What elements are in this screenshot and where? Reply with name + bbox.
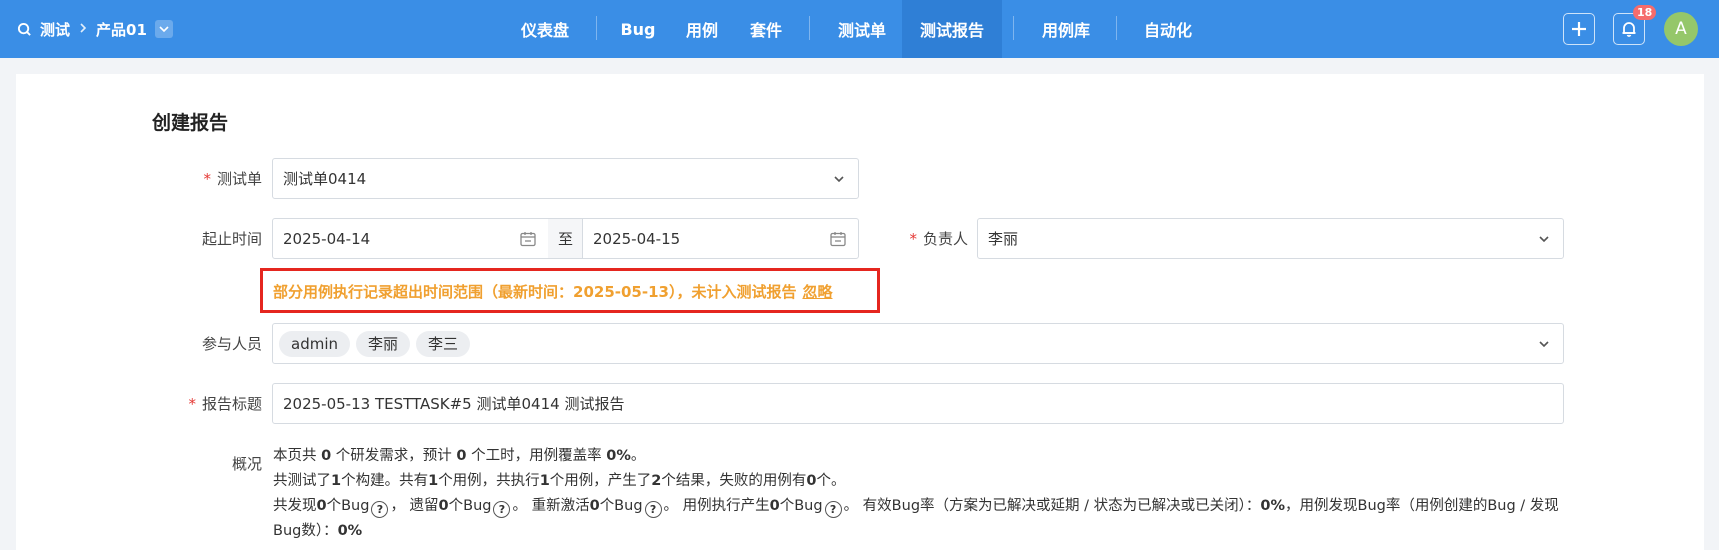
nav-divider bbox=[1116, 16, 1117, 40]
chevron-down-icon bbox=[834, 176, 844, 183]
calendar-icon bbox=[520, 232, 536, 247]
nav-item-bug[interactable]: Bug bbox=[612, 0, 664, 58]
date-range-label: 起止时间 bbox=[201, 230, 262, 248]
summary-line: 本页共 0 个研发需求，预计 0 个工时，用例覆盖率 0%。 bbox=[273, 448, 646, 464]
member-tag[interactable]: 李丽 bbox=[356, 330, 411, 357]
end-date-input[interactable]: 2025-04-15 bbox=[582, 218, 859, 259]
nav-item-automation[interactable]: 自动化 bbox=[1132, 0, 1204, 58]
testtask-select[interactable]: 测试单0414 bbox=[272, 158, 859, 199]
nav-divider bbox=[1013, 16, 1014, 40]
calendar-icon bbox=[830, 232, 846, 247]
help-circle-icon[interactable]: ? bbox=[824, 501, 842, 518]
nav-item-caselib[interactable]: 用例库 bbox=[1030, 0, 1102, 58]
owner-select[interactable]: 李丽 bbox=[977, 218, 1564, 259]
breadcrumb: 测试 产品01 bbox=[16, 0, 173, 58]
start-date-input[interactable]: 2025-04-14 bbox=[272, 218, 549, 259]
top-navbar: 测试 产品01 仪表盘 Bug 用例 套件 测试单 测试报告 用例库 自动化 1… bbox=[0, 0, 1719, 58]
owner-label: * 负责人 bbox=[909, 230, 968, 248]
chevron-right-icon bbox=[78, 20, 88, 38]
summary-text: 本页共 0 个研发需求，预计 0 个工时，用例覆盖率 0%。 共测试了1个构建。… bbox=[273, 444, 1563, 544]
search-icon[interactable] bbox=[16, 21, 32, 37]
add-button[interactable] bbox=[1563, 13, 1595, 45]
chevron-down-icon bbox=[1539, 236, 1549, 243]
nav-item-testreport[interactable]: 测试报告 bbox=[902, 0, 1002, 58]
nav-item-dashboard[interactable]: 仪表盘 bbox=[505, 0, 585, 58]
nav-divider bbox=[809, 16, 810, 40]
members-label: 参与人员 bbox=[201, 335, 262, 353]
nav-item-testtask[interactable]: 测试单 bbox=[826, 0, 898, 58]
help-circle-icon[interactable]: ? bbox=[371, 501, 389, 518]
members-select[interactable]: admin 李丽 李三 bbox=[272, 323, 1564, 364]
page-title: 创建报告 bbox=[152, 112, 229, 134]
bell-icon bbox=[1622, 22, 1636, 37]
summary-line: 共测试了1个构建。共有1个用例，共执行1个用例，产生了2个结果，失败的用例有0个… bbox=[273, 473, 846, 489]
summary-label: 概况 bbox=[231, 455, 262, 473]
product-switch-chevron-down-icon[interactable] bbox=[154, 20, 173, 38]
notification-count-badge: 18 bbox=[1633, 5, 1657, 20]
breadcrumb-product[interactable]: 产品01 bbox=[96, 19, 147, 40]
nav-item-suite[interactable]: 套件 bbox=[740, 0, 792, 58]
report-title-label: * 报告标题 bbox=[188, 395, 262, 413]
chevron-down-icon bbox=[1539, 341, 1549, 348]
nav-item-case[interactable]: 用例 bbox=[676, 0, 728, 58]
avatar[interactable]: A bbox=[1664, 12, 1698, 46]
nav-divider bbox=[596, 16, 597, 40]
report-title-input[interactable]: 2025-05-13 TESTTASK#5 测试单0414 测试报告 bbox=[272, 383, 1564, 424]
date-range-separator: 至 bbox=[548, 218, 583, 259]
ignore-link[interactable]: 忽略 bbox=[802, 283, 832, 301]
help-circle-icon[interactable]: ? bbox=[644, 501, 662, 518]
breadcrumb-root[interactable]: 测试 bbox=[40, 19, 70, 40]
plus-icon bbox=[1572, 22, 1586, 36]
out-of-range-warning: 部分用例执行记录超出时间范围（最新时间：2025-05-13），未计入测试报告忽… bbox=[273, 283, 833, 301]
help-circle-icon[interactable]: ? bbox=[493, 501, 511, 518]
member-tag[interactable]: 李三 bbox=[416, 330, 471, 357]
summary-line: 共发现0个Bug?， 遗留0个Bug?。 重新激活0个Bug?。 用例执行产生0… bbox=[273, 498, 1559, 539]
member-tag[interactable]: admin bbox=[279, 330, 350, 357]
testtask-label: * 测试单 bbox=[203, 170, 262, 188]
